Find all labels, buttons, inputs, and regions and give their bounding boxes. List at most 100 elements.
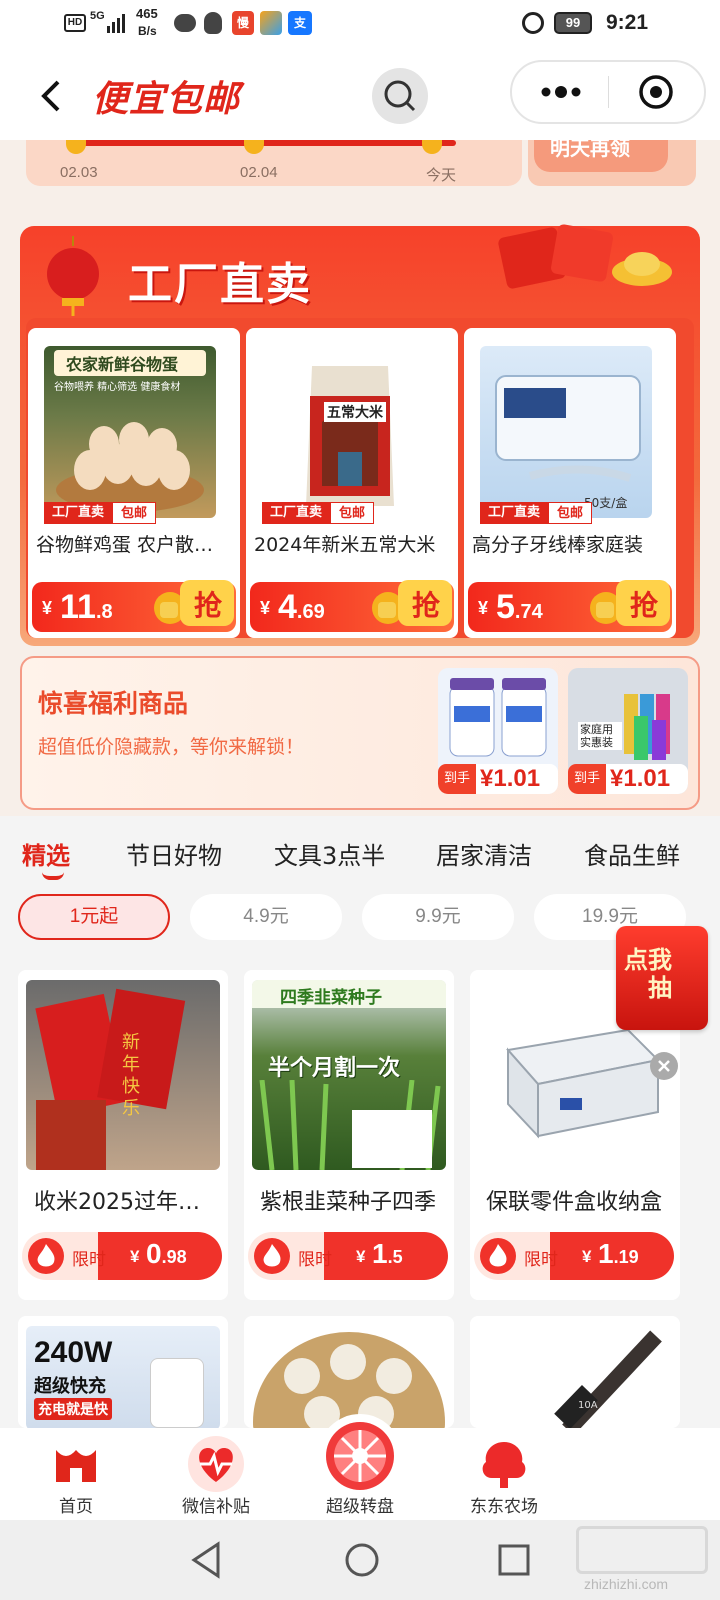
price-value: ¥1.01 — [610, 765, 671, 792]
product-name: 高分子牙线棒家庭装 — [472, 534, 644, 556]
product-price-pill: 限时 ¥ 1.19 — [474, 1232, 674, 1280]
nav-label: 微信补贴 — [182, 1497, 250, 1517]
hd-icon: HD — [64, 14, 86, 32]
battery-icon: 99 — [554, 12, 592, 34]
surprise-item[interactable]: 家庭用实惠装 到手 ¥1.01 — [568, 668, 688, 794]
price-chip-4-9[interactable]: 4.9元 — [190, 894, 342, 940]
currency: ¥ — [356, 1247, 366, 1266]
img-tag: 充电就是快 — [34, 1398, 112, 1420]
search-icon — [384, 80, 416, 112]
recents-square-icon[interactable] — [494, 1540, 534, 1580]
grab-label: 抢 — [629, 590, 658, 621]
product-name: 保联零件盒收纳盒 — [486, 1190, 663, 1215]
product-tags: 工厂直卖 包邮 — [44, 502, 157, 524]
tab-fresh-food[interactable]: 食品生鲜 — [584, 836, 680, 871]
product-card[interactable]: 10A — [470, 1316, 680, 1428]
wheel-icon — [318, 1414, 402, 1498]
signal-type: 5G — [90, 10, 105, 22]
product-image — [252, 1326, 446, 1428]
nav-label: 东东农场 — [470, 1497, 538, 1517]
tab-featured[interactable]: 精选 — [22, 836, 70, 871]
img-slogan: 半个月割一次 — [268, 1056, 401, 1081]
product-name: 2024年新米五常大米 — [254, 534, 436, 556]
brand-logo: 便宜包邮 — [92, 78, 241, 120]
factory-product-card[interactable]: 50支/盒 工厂直卖 包邮 高分子牙线棒家庭装 ¥ 5.74 抢 — [464, 328, 676, 638]
product-image: 240W 超级快充 充电就是快 — [26, 1326, 220, 1428]
product-card[interactable] — [244, 1316, 454, 1428]
img-title: 四季韭菜种子 — [280, 988, 382, 1008]
heart-pulse-icon — [188, 1436, 244, 1492]
product-card[interactable]: 四季韭菜种子 半个月割一次 紫根韭菜种子四季 限时 ¥ 1.5 — [244, 970, 454, 1300]
product-image: 10A — [478, 1326, 672, 1428]
garbage-bags-image — [624, 694, 670, 760]
img-title: 农家新鲜谷物蛋 — [66, 355, 179, 374]
price-chip-9-9[interactable]: 9.9元 — [362, 894, 514, 940]
tag-factory: 工厂直卖 — [262, 502, 331, 524]
grab-button[interactable]: 抢 — [150, 576, 236, 632]
home-circle-icon[interactable] — [342, 1540, 382, 1580]
img-subtitle: 谷物喂养 精心筛选 健康食材 — [54, 382, 181, 393]
product-card[interactable]: 新年快乐 收米2025过年红包 限时 ¥ 0.98 — [18, 970, 228, 1300]
tag-factory: 工厂直卖 — [44, 502, 113, 524]
product-tags: 工厂直卖 包邮 — [480, 502, 593, 524]
product-name: 收米2025过年红包 — [34, 1190, 220, 1215]
product-card[interactable]: 240W 超级快充 充电就是快 — [18, 1316, 228, 1428]
price-value: 1.5 — [372, 1238, 403, 1269]
more-dots-icon — [541, 86, 581, 98]
status-bar: HD 5G 465 B/s 慢 支 99 9:21 — [0, 0, 720, 48]
factory-product-card[interactable]: 农家新鲜谷物蛋 谷物喂养 精心筛选 健康食材 工厂直卖 包邮 谷物鲜鸡蛋 农户散养… — [28, 328, 240, 638]
flame-icon — [28, 1238, 64, 1274]
nav-farm[interactable]: 东东农场 — [432, 1428, 576, 1520]
cable-image — [554, 1330, 662, 1428]
flame-icon — [254, 1238, 290, 1274]
more-button[interactable] — [522, 68, 600, 116]
price-chip-1[interactable]: 1元起 — [18, 894, 170, 940]
back-triangle-icon[interactable] — [188, 1540, 224, 1580]
checkin-badge-icon — [66, 140, 86, 154]
app-chip-slow-icon: 慢 — [232, 11, 254, 35]
product-name: 紫根韭菜种子四季 — [260, 1190, 437, 1215]
watermark: zhizhizhi.com — [584, 1576, 669, 1592]
price-value: 5.74 — [496, 588, 543, 626]
product-price-bar: ¥ 5.74 抢 — [468, 580, 672, 632]
img-subtitle: 超级快充 — [34, 1376, 106, 1397]
tag-free-shipping: 包邮 — [330, 502, 375, 524]
grab-button[interactable]: 抢 — [368, 576, 454, 632]
grab-button[interactable]: 抢 — [586, 576, 672, 632]
chevron-left-icon — [41, 80, 60, 112]
system-nav-bar: zhizhizhi.com — [0, 1520, 720, 1600]
lottery-float-button[interactable]: 点我 抽 — [616, 926, 708, 1030]
close-icon — [658, 1060, 670, 1072]
tab-home-cleaning[interactable]: 居家清洁 — [436, 836, 532, 871]
alarm-icon — [522, 12, 544, 34]
home-shop-icon — [48, 1436, 104, 1492]
factory-product-card[interactable]: 五常大米 工厂直卖 包邮 2024年新米五常大米 ¥ 4.69 抢 — [246, 328, 458, 638]
rice-bag-image — [306, 366, 394, 506]
gift-icon — [498, 224, 672, 289]
product-price-pill: 限时 ¥ 0.98 — [22, 1232, 222, 1280]
watermark-logo-icon — [576, 1526, 708, 1574]
tab-stationery[interactable]: 文具3点半 — [274, 836, 385, 871]
nav-super-wheel[interactable]: 超级转盘 — [288, 1414, 432, 1520]
flame-icon — [480, 1238, 516, 1274]
nav-label: 首页 — [59, 1497, 93, 1517]
limited-label: 限时 — [72, 1250, 106, 1270]
tree-icon — [476, 1436, 532, 1492]
limited-label: 限时 — [298, 1250, 332, 1270]
nav-home[interactable]: 首页 — [4, 1428, 148, 1520]
tab-festival-goods[interactable]: 节日好物 — [126, 836, 222, 871]
close-float-button[interactable] — [650, 1052, 678, 1080]
nav-wechat-subsidy[interactable]: 微信补贴 — [144, 1428, 288, 1520]
grab-label: 抢 — [193, 590, 222, 621]
parts-box-image — [506, 1028, 661, 1139]
nav-label: 超级转盘 — [326, 1497, 394, 1517]
back-button[interactable] — [30, 74, 74, 118]
tomorrow-claim-button[interactable]: 明天再领 — [528, 136, 696, 186]
supplement-bottles-image — [449, 678, 547, 757]
checkin-date: 02.03 — [60, 164, 98, 181]
surprise-subtitle: 超值低价隐藏款，等你来解锁！ — [38, 736, 305, 758]
surprise-item[interactable]: 到手 ¥1.01 — [438, 668, 558, 794]
search-button[interactable] — [372, 68, 428, 124]
img-text: 10A — [578, 1400, 598, 1411]
close-program-button[interactable] — [622, 68, 698, 116]
